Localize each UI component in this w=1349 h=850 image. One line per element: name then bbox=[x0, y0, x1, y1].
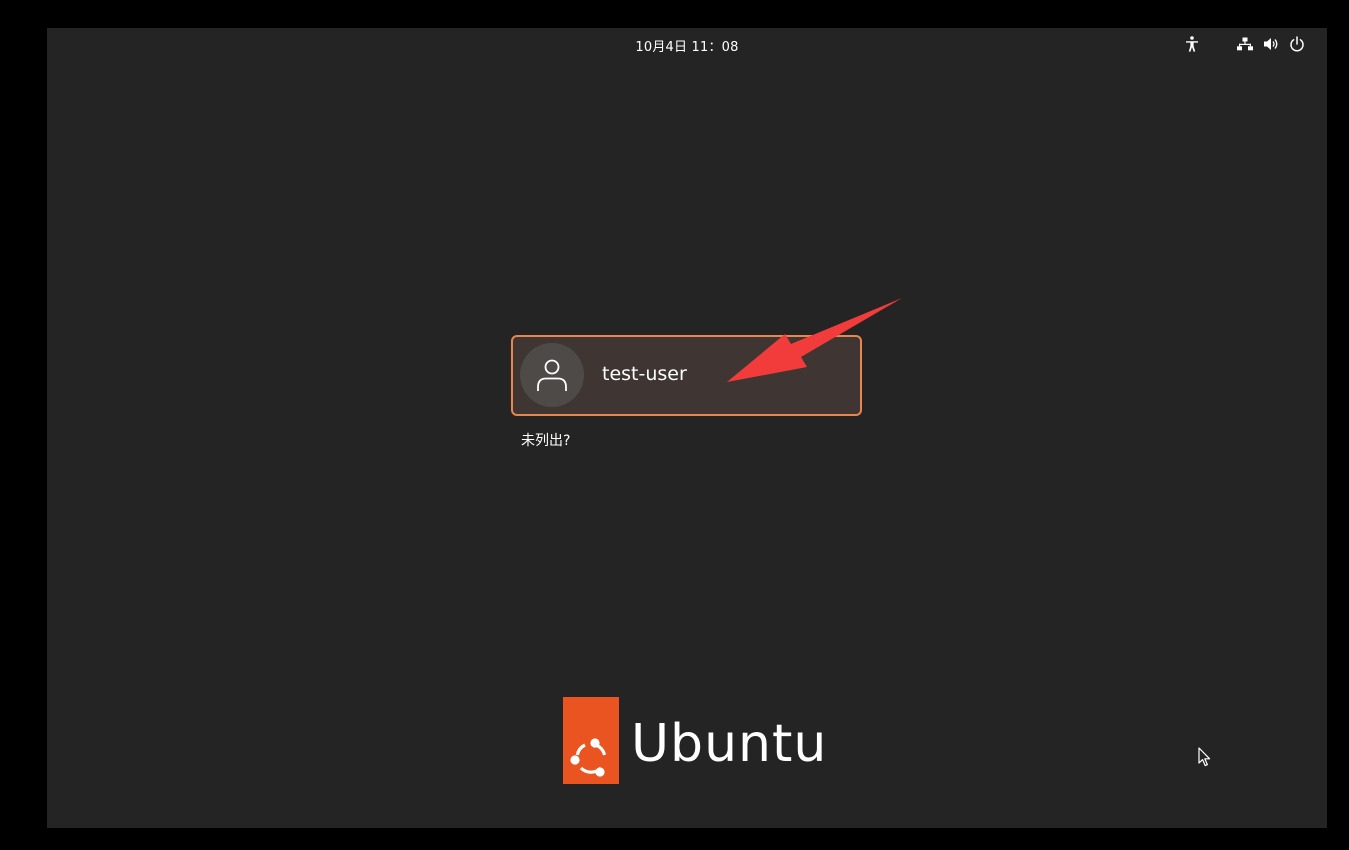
avatar bbox=[520, 343, 584, 407]
user-icon bbox=[537, 359, 567, 391]
ubuntu-circle-of-friends-icon bbox=[563, 697, 619, 784]
top-bar: 10月4日 11：08 bbox=[47, 28, 1327, 60]
date-time-clock[interactable]: 10月4日 11：08 bbox=[47, 36, 1327, 55]
system-status-menu[interactable] bbox=[1237, 35, 1305, 53]
mouse-pointer-icon bbox=[1198, 747, 1212, 771]
ubuntu-wordmark: Ubuntu bbox=[631, 713, 828, 774]
accessibility-icon[interactable] bbox=[1185, 36, 1199, 52]
power-icon[interactable] bbox=[1289, 36, 1305, 52]
volume-icon[interactable] bbox=[1263, 37, 1279, 51]
ubuntu-logo: Ubuntu bbox=[563, 697, 827, 784]
user-name-label: test-user bbox=[602, 363, 687, 385]
network-icon[interactable] bbox=[1237, 37, 1253, 51]
gdm-login-screen: 10月4日 11：08 test-user 未列出? Ubuntu bbox=[47, 28, 1327, 828]
user-list-item[interactable]: test-user bbox=[511, 335, 862, 416]
not-listed-link[interactable]: 未列出? bbox=[521, 430, 570, 450]
accessibility-menu[interactable] bbox=[1185, 35, 1199, 53]
